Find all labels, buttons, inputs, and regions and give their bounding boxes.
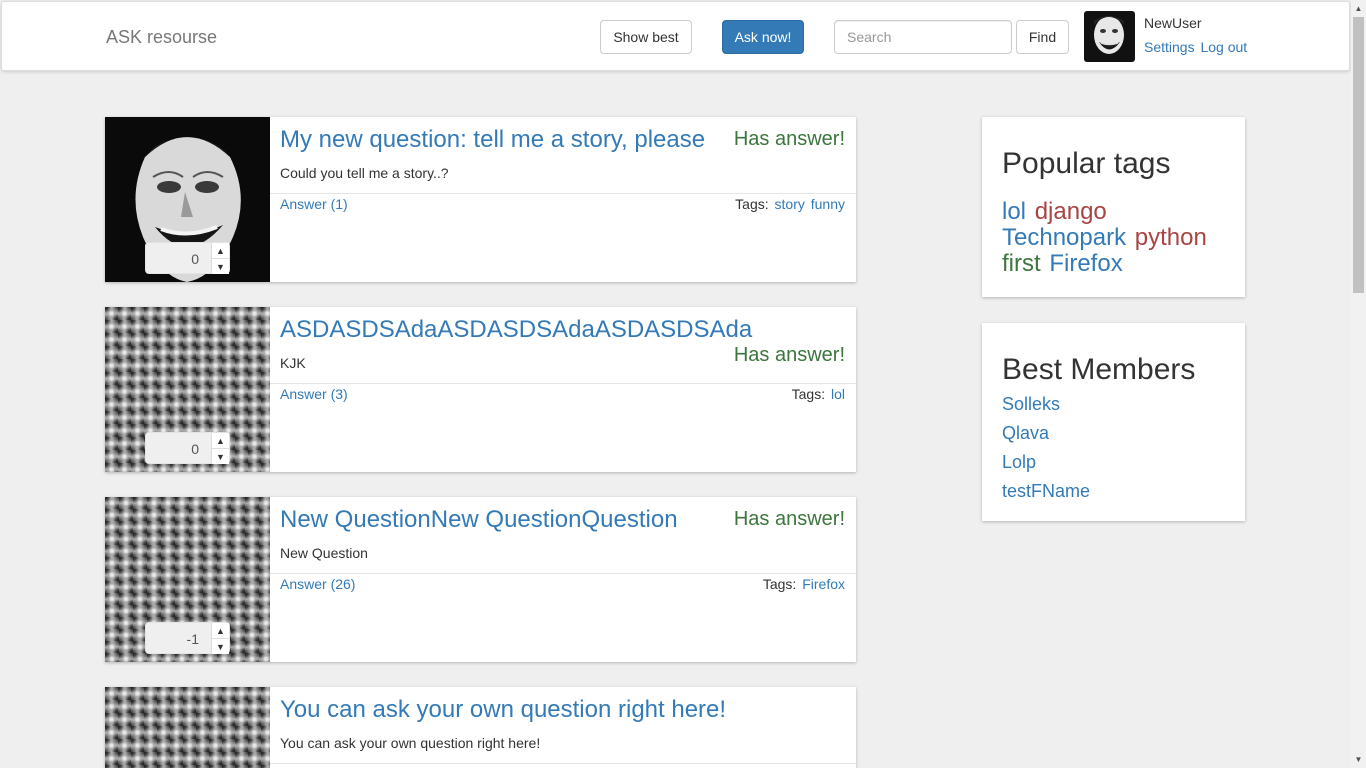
tag-link[interactable]: first (1002, 250, 1041, 277)
ask-now-button[interactable]: Ask now! (722, 20, 804, 54)
spinner-down-icon[interactable]: ▼ (211, 259, 229, 274)
best-members-title: Best Members (1002, 353, 1196, 386)
show-best-button[interactable]: Show best (600, 20, 692, 54)
question-card: You can ask your own question right here… (105, 687, 856, 768)
scroll-up-icon[interactable]: ▲ (1351, 0, 1366, 17)
question-image: -1 ▲ ▼ (105, 497, 270, 662)
popular-tags-panel: Popular tags lol django Technopark pytho… (982, 117, 1245, 297)
spinner-down-icon[interactable]: ▼ (211, 449, 229, 464)
tag-link[interactable]: story (775, 196, 805, 212)
spinner-down-icon[interactable]: ▼ (211, 639, 229, 654)
question-card: 0 ▲ ▼ ASDASDSAdaASDASDSAdaASDASDSAda Has… (105, 307, 856, 472)
question-title[interactable]: You can ask your own question right here… (280, 696, 726, 724)
spinner-up-icon[interactable]: ▲ (211, 433, 229, 449)
member-link[interactable]: Qlava (1002, 423, 1049, 444)
rating-stepper[interactable]: -1 ▲ ▼ (145, 622, 230, 654)
tag-link[interactable]: django (1035, 198, 1107, 225)
divider (270, 193, 856, 194)
question-image (105, 687, 270, 768)
member-link[interactable]: testFName (1002, 481, 1090, 502)
spinner-up-icon[interactable]: ▲ (211, 243, 229, 259)
has-answer-badge: Has answer! (733, 344, 845, 366)
question-card: -1 ▲ ▼ New QuestionNew QuestionQuestion … (105, 497, 856, 662)
tag-link[interactable]: lol (831, 386, 845, 402)
question-title[interactable]: New QuestionNew QuestionQuestion (280, 506, 678, 534)
tags-label: Tags: (791, 386, 826, 402)
member-link[interactable]: Solleks (1002, 394, 1060, 415)
question-text: New Question (280, 545, 368, 561)
tag-link[interactable]: python (1135, 224, 1207, 251)
spinner-up-icon[interactable]: ▲ (211, 623, 229, 639)
popular-tags-title: Popular tags (1002, 147, 1171, 180)
member-link[interactable]: Lolp (1002, 452, 1036, 473)
tag-cloud: lol django Technopark python first Firef… (1002, 199, 1232, 277)
question-text: You can ask your own question right here… (280, 735, 541, 751)
search-input[interactable] (834, 20, 1012, 54)
has-answer-badge: Has answer! (733, 508, 845, 530)
rating-stepper[interactable]: 0 ▲ ▼ (145, 242, 230, 274)
tag-link[interactable]: Firefox (1049, 250, 1122, 277)
scroll-down-icon[interactable]: ▼ (1351, 751, 1366, 768)
divider (270, 383, 856, 384)
answers-link[interactable]: Answer (3) (280, 386, 348, 402)
divider (270, 573, 856, 574)
find-button[interactable]: Find (1016, 20, 1069, 54)
tag-link[interactable]: Firefox (802, 576, 845, 592)
rating-value: 0 (191, 251, 199, 267)
answers-link[interactable]: Answer (26) (280, 576, 355, 592)
navbar: ASK resourse Show best Ask now! Find New… (1, 1, 1350, 71)
divider (270, 763, 856, 764)
question-title[interactable]: ASDASDSAdaASDASDSAdaASDASDSAda (280, 316, 752, 344)
question-tags: Tags: story funny (735, 196, 845, 212)
settings-link[interactable]: Settings (1144, 39, 1195, 55)
question-text: Could you tell me a story..? (280, 165, 449, 181)
user-avatar[interactable] (1084, 11, 1135, 62)
texture-image (105, 687, 270, 768)
rating-value: 0 (191, 441, 199, 457)
tag-link[interactable]: funny (811, 196, 845, 212)
question-image: 0 ▲ ▼ (105, 117, 270, 282)
rating-stepper[interactable]: 0 ▲ ▼ (145, 432, 230, 464)
answers-link[interactable]: Answer (1) (280, 196, 348, 212)
brand-link[interactable]: ASK resourse (106, 27, 217, 48)
page-scrollbar[interactable]: ▲ ▼ (1351, 0, 1366, 768)
tags-label: Tags: (762, 576, 797, 592)
scroll-thumb[interactable] (1353, 17, 1364, 293)
question-card: 0 ▲ ▼ My new question: tell me a story, … (105, 117, 856, 282)
question-text: KJK (280, 355, 306, 371)
user-links: Settings Log out (1144, 39, 1249, 55)
best-members-panel: Best Members Solleks Qlava Lolp testFNam… (982, 323, 1245, 521)
logout-link[interactable]: Log out (1200, 39, 1247, 55)
question-tags: Tags: lol (792, 386, 845, 402)
username: NewUser (1144, 15, 1202, 31)
question-tags: Tags: Firefox (763, 576, 845, 592)
tag-link[interactable]: lol (1002, 198, 1026, 225)
tag-link[interactable]: Technopark (1002, 224, 1126, 251)
question-title[interactable]: My new question: tell me a story, please (280, 126, 705, 154)
tags-label: Tags: (735, 196, 769, 212)
has-answer-badge: Has answer! (733, 128, 845, 150)
rating-value: -1 (186, 631, 199, 647)
question-image: 0 ▲ ▼ (105, 307, 270, 472)
